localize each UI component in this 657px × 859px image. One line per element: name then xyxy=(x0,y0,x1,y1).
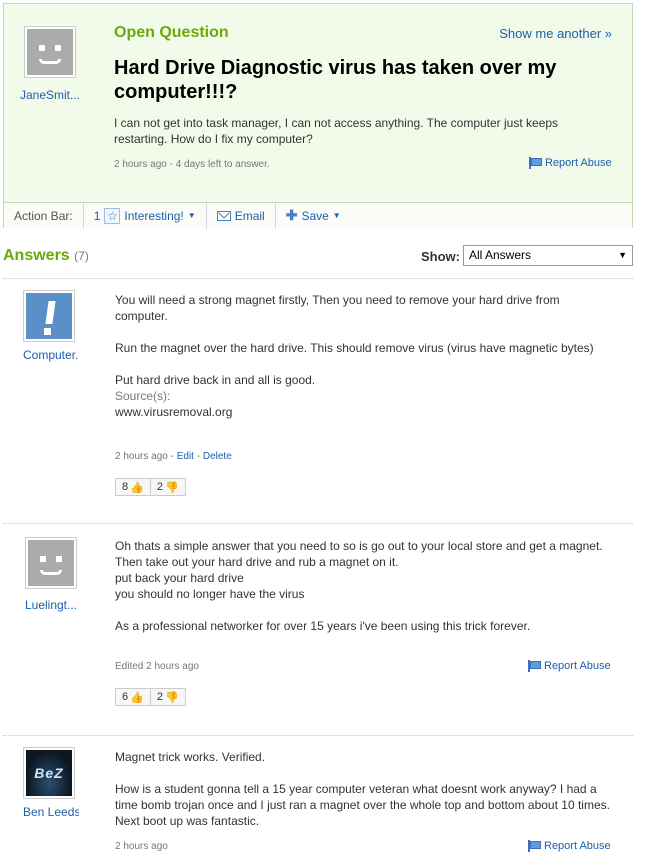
show-filter-label: Show: xyxy=(421,249,460,264)
divider xyxy=(3,278,633,279)
question-body: I can not get into task manager, I can n… xyxy=(114,116,559,146)
report-abuse-link[interactable]: Report Abuse xyxy=(529,157,612,169)
flag-icon xyxy=(529,157,542,169)
answerer-profile[interactable]: Luelingt... xyxy=(23,537,79,612)
chevron-down-icon: ▼ xyxy=(187,211,196,220)
divider xyxy=(3,523,633,524)
thumbs-down-button[interactable]: 2 👎 xyxy=(149,479,185,495)
thumbs-up-icon: 👍 xyxy=(130,691,144,704)
thumbs-up-icon: 👍 xyxy=(130,481,144,494)
save-button[interactable]: ✚ Save ▼ xyxy=(276,203,351,229)
question-title: Hard Drive Diagnostic virus has taken ov… xyxy=(114,57,557,103)
action-bar: Action Bar: 1 ☆ Interesting! ▼ Email ✚ S… xyxy=(4,202,632,229)
action-bar-label: Action Bar: xyxy=(4,202,84,229)
answerer-name[interactable]: Ben Leeds xyxy=(23,805,79,819)
envelope-icon xyxy=(216,210,231,221)
source-label: Source(s): xyxy=(115,389,171,403)
delete-link[interactable]: Delete xyxy=(203,451,232,462)
edit-link[interactable]: Edit xyxy=(177,451,194,462)
vote-box: 6 👍 2 👎 xyxy=(115,688,186,706)
report-abuse-link[interactable]: Report Abuse xyxy=(528,660,611,672)
answerer-name[interactable]: Luelingt... xyxy=(23,598,79,612)
thumbs-up-button[interactable]: 8 👍 xyxy=(116,479,150,495)
question-panel: JaneSmit... Open Question Show me anothe… xyxy=(4,4,632,202)
answer-meta: 2 hours ago - Edit - Delete xyxy=(115,451,232,462)
question-box: JaneSmit... Open Question Show me anothe… xyxy=(3,3,633,229)
show-another-link[interactable]: Show me another » xyxy=(499,26,612,41)
answer-text: Magnet trick works. Verified. How is a s… xyxy=(115,750,610,828)
answerer-avatar[interactable] xyxy=(25,537,77,589)
answer-meta: 2 hours ago xyxy=(115,841,168,852)
chevron-down-icon: ▼ xyxy=(332,211,341,220)
report-abuse-link[interactable]: Report Abuse xyxy=(528,840,611,852)
flag-icon xyxy=(528,840,541,852)
star-icon: ☆ xyxy=(104,207,121,224)
chevron-down-icon: ▼ xyxy=(618,250,627,260)
answer-text: Oh thats a simple answer that you need t… xyxy=(115,539,603,633)
flag-icon xyxy=(528,660,541,672)
interesting-button[interactable]: 1 ☆ Interesting! ▼ xyxy=(84,202,207,229)
plus-icon: ✚ xyxy=(285,207,298,223)
question-meta: 2 hours ago - 4 days left to answer. xyxy=(114,159,270,170)
answerer-profile[interactable]: BeZ Ben Leeds xyxy=(23,747,79,819)
thumbs-down-button[interactable]: 2 👎 xyxy=(149,689,185,705)
answerer-avatar[interactable] xyxy=(23,290,75,342)
answers-heading: Answers (7) xyxy=(3,247,89,264)
source-value: www.virusremoval.org xyxy=(115,405,233,419)
answer-meta: Edited 2 hours ago xyxy=(115,661,199,672)
thumbs-down-icon: 👎 xyxy=(164,691,179,704)
asker-avatar[interactable] xyxy=(24,26,76,78)
asker-name[interactable]: JaneSmit... xyxy=(19,88,81,102)
answerer-profile[interactable]: Computer... xyxy=(23,290,79,362)
thumbs-down-icon: 👎 xyxy=(164,481,179,494)
answerer-avatar[interactable]: BeZ xyxy=(23,747,75,799)
thumbs-up-button[interactable]: 6 👍 xyxy=(116,689,150,705)
answerer-name[interactable]: Computer... xyxy=(23,348,79,362)
email-button[interactable]: Email xyxy=(207,202,276,229)
interesting-count: 1 xyxy=(93,208,101,223)
answer-text: You will need a strong magnet firstly, T… xyxy=(115,292,615,420)
divider xyxy=(3,735,633,736)
answers-count: (7) xyxy=(74,249,89,263)
question-type: Open Question xyxy=(114,24,229,41)
asker-profile[interactable]: JaneSmit... xyxy=(19,26,81,102)
vote-box: 8 👍 2 👎 xyxy=(115,478,186,496)
show-filter-select[interactable]: All Answers ▼ xyxy=(463,245,633,266)
